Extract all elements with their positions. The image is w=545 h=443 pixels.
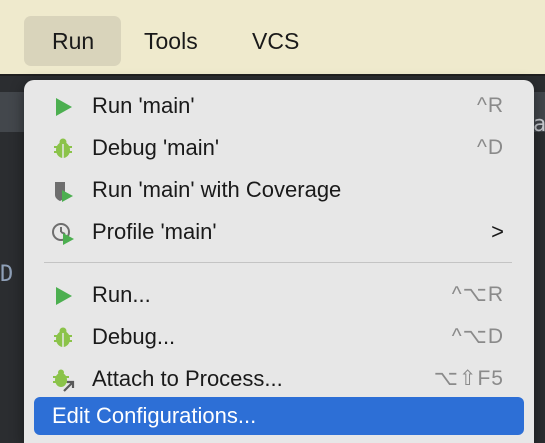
menu-item-label: Debug... [92, 324, 176, 349]
menu-item-label: Run 'main' [92, 93, 195, 118]
menu-item-debug-main[interactable]: Debug 'main' ^D [24, 129, 534, 167]
run-menu-dropdown: Run 'main' ^R Debug 'main' ^D Run 'main'… [24, 80, 534, 443]
chevron-right-icon: > [491, 219, 504, 244]
menu-item-shortcut: ^R [476, 94, 504, 117]
menubar-tools[interactable]: Tools [118, 16, 226, 66]
menu-item-profile-main[interactable]: Profile 'main' > [24, 213, 534, 251]
profile-icon [52, 223, 74, 245]
menu-item-shortcut: ^⌥R [451, 283, 504, 306]
debug-icon [54, 327, 72, 347]
menu-item-edit-configurations[interactable]: Edit Configurations... [34, 397, 524, 435]
menu-item-debug[interactable]: Debug... ^⌥D [24, 318, 534, 356]
menu-item-label: Debug 'main' [92, 135, 220, 160]
background-text-fragment: D [0, 262, 14, 287]
debug-icon [54, 138, 72, 158]
run-icon [56, 287, 72, 305]
run-icon [56, 98, 72, 116]
menu-bar: Run Tools VCS [0, 0, 545, 76]
background-text-fragment: a [533, 112, 545, 137]
menu-separator [44, 262, 512, 263]
attach-icon [53, 369, 75, 392]
menu-item-run-with-coverage[interactable]: Run 'main' with Coverage [24, 171, 534, 209]
menu-item-shortcut: ^⌥D [451, 325, 504, 348]
menu-item-run[interactable]: Run... ^⌥R [24, 276, 534, 314]
menu-item-attach-to-process[interactable]: Attach to Process... ⌥⇧F5 [24, 360, 534, 398]
menu-item-run-main[interactable]: Run 'main' ^R [24, 87, 534, 125]
menu-item-label: Run 'main' with Coverage [92, 177, 342, 202]
menubar-run[interactable]: Run [24, 16, 121, 66]
coverage-icon [55, 182, 73, 202]
menu-item-label: Profile 'main' [92, 219, 217, 244]
menu-item-label: Run... [92, 282, 151, 307]
menu-item-shortcut: ^D [476, 136, 504, 159]
menu-item-label: Attach to Process... [92, 366, 283, 391]
menu-item-shortcut: ⌥⇧F5 [433, 367, 504, 390]
menu-item-label: Edit Configurations... [52, 403, 257, 428]
menubar-vcs[interactable]: VCS [222, 16, 327, 66]
